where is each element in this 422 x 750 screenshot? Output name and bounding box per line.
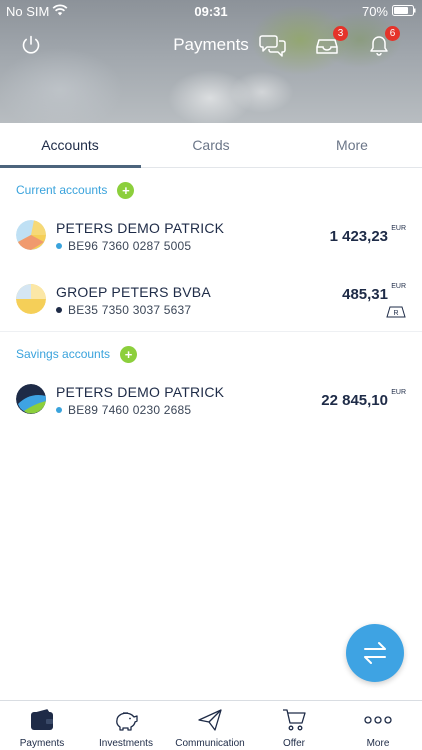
header: No SIM 09:31 70% Payments 3 6 [0, 0, 422, 123]
paper-plane-icon [195, 706, 225, 734]
card-r-letter: R [393, 310, 398, 317]
account-name: PETERS DEMO PATRICK [56, 384, 225, 400]
account-avatar-icon [16, 284, 46, 314]
account-row[interactable]: GROEP PETERS BVBA BE35 7350 3037 5637 48… [0, 272, 422, 328]
notifications-count-badge: 6 [385, 26, 400, 41]
account-avatar-icon [16, 384, 46, 414]
nav-communication[interactable]: Communication [168, 701, 252, 750]
account-currency: EUR [391, 225, 406, 232]
tab-more[interactable]: More [282, 123, 422, 168]
account-name: PETERS DEMO PATRICK [56, 220, 225, 236]
nav-investments[interactable]: Investments [84, 701, 168, 750]
tab-cards[interactable]: Cards [141, 123, 281, 168]
account-currency: EUR [391, 283, 406, 290]
cart-icon [279, 706, 309, 734]
chat-bubbles-icon [259, 35, 286, 57]
transfer-arrows-icon [364, 642, 386, 664]
account-iban: BE96 7360 0287 5005 [68, 239, 192, 253]
chat-button[interactable] [258, 30, 288, 60]
account-iban: BE89 7460 0230 2685 [68, 403, 192, 417]
nav-more[interactable]: More [336, 701, 420, 750]
account-row[interactable]: PETERS DEMO PATRICK BE89 7460 0230 2685 … [0, 372, 422, 428]
card-r-icon: R [386, 306, 406, 318]
nav-label: Investments [99, 738, 153, 749]
account-balance: 1 423,23 [329, 228, 388, 245]
current-accounts-header: Current accounts + [16, 180, 135, 200]
account-name: GROEP PETERS BVBA [56, 284, 211, 300]
battery-icon [392, 5, 416, 16]
account-dot [56, 307, 62, 313]
account-avatar-icon [16, 220, 46, 250]
savings-accounts-header: Savings accounts + [16, 344, 138, 364]
more-dots-icon [363, 706, 393, 734]
account-balance: 485,31 [342, 286, 388, 303]
inbox-button[interactable]: 3 [312, 26, 348, 60]
account-row[interactable]: PETERS DEMO PATRICK BE96 7360 0287 5005 … [0, 208, 422, 264]
nav-offer[interactable]: Offer [252, 701, 336, 750]
piggy-bank-icon [111, 706, 141, 734]
nav-label: Offer [282, 738, 306, 749]
section-divider [0, 331, 422, 332]
nav-payments[interactable]: Payments [0, 701, 84, 750]
add-savings-account-button[interactable]: + [120, 345, 138, 363]
active-tab-indicator [0, 165, 141, 168]
inbox-count-badge: 3 [333, 26, 348, 41]
bottom-nav: Payments Investments Communication Offer… [0, 700, 422, 750]
account-currency: EUR [391, 389, 406, 396]
nav-label: Payments [19, 738, 65, 749]
account-balance: 22 845,10 [321, 392, 388, 409]
current-accounts-label: Current accounts [16, 183, 108, 197]
add-current-account-button[interactable]: + [117, 181, 135, 199]
wallet-icon [27, 706, 57, 734]
clock: 09:31 [194, 4, 228, 19]
account-iban: BE35 7350 3037 5637 [68, 303, 192, 317]
status-bar: No SIM 09:31 70% [0, 0, 422, 22]
transfer-button[interactable] [346, 624, 404, 682]
battery-percent: 70% [361, 4, 388, 19]
tab-bar: Accounts Cards More [0, 123, 422, 168]
tab-accounts[interactable]: Accounts [0, 123, 140, 168]
nav-label: Communication [175, 738, 245, 749]
account-dot [56, 407, 62, 413]
savings-accounts-label: Savings accounts [16, 347, 111, 361]
page-title: Payments [173, 35, 249, 54]
notifications-button[interactable]: 6 [364, 26, 400, 60]
account-dot [56, 243, 62, 249]
nav-label: More [366, 738, 390, 749]
